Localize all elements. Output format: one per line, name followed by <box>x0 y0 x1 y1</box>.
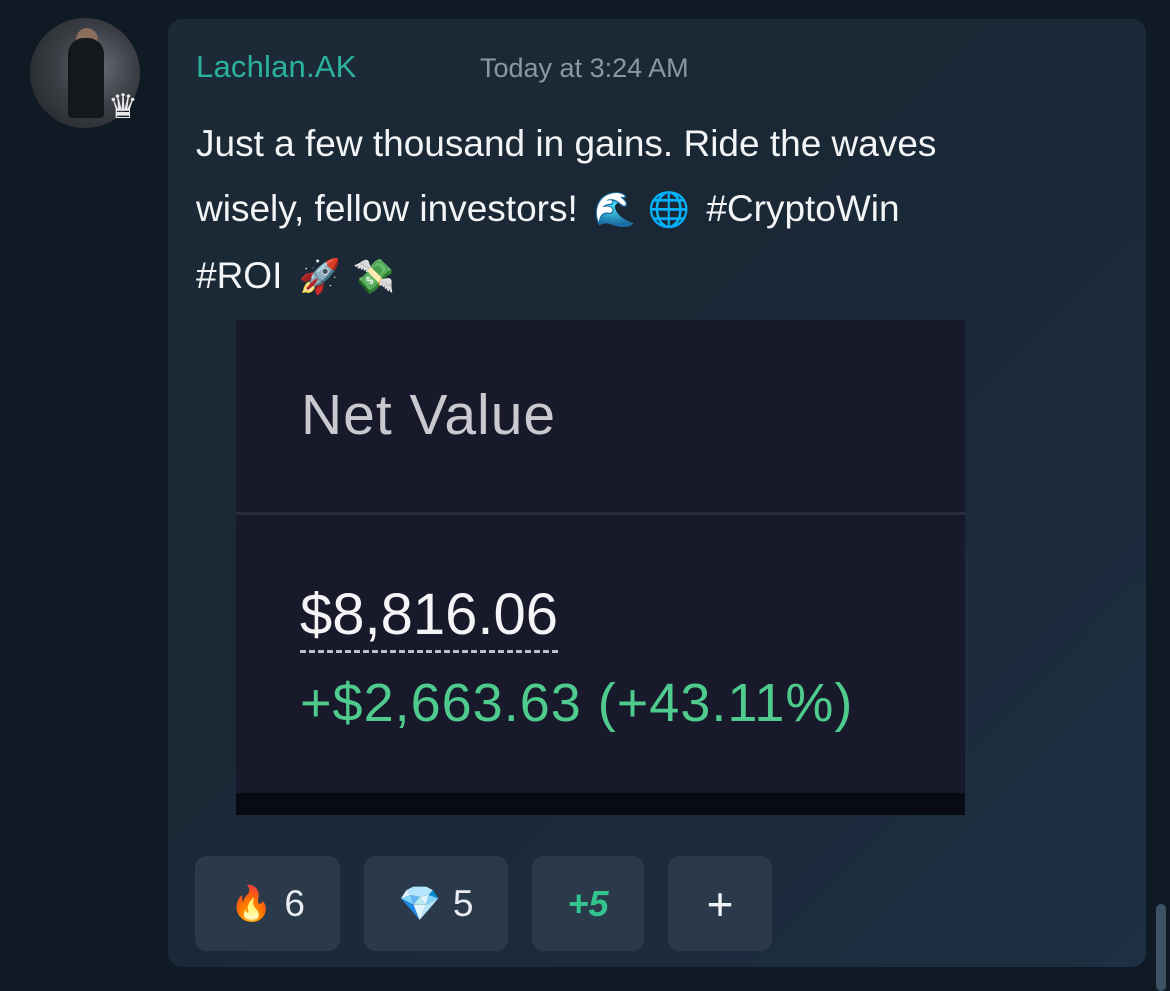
attached-image[interactable]: Net Value $8,816.06 +$2,663.63 (+43.11%) <box>236 320 965 815</box>
crown-icon: ♛ <box>107 87 139 127</box>
reaction-gem-button[interactable]: 💎 5 <box>364 856 508 951</box>
message-line-2: wisely, fellow investors! <box>196 188 578 229</box>
image-footer-bar <box>236 793 965 815</box>
reaction-gem-count: 5 <box>452 882 474 924</box>
fire-icon: 🔥 <box>230 883 273 924</box>
reactions-bar: 🔥 6 💎 5 +5 + <box>195 856 772 951</box>
hashtag-cryptowin[interactable]: #CryptoWin <box>706 188 899 229</box>
message-card: Lachlan.AK Today at 3:24 AM Just a few t… <box>168 19 1146 967</box>
timestamp: Today at 3:24 AM <box>480 53 689 83</box>
chat-view: ♛ Lachlan.AK Today at 3:24 AM Just a few… <box>0 0 1170 991</box>
message-line-1: Just a few thousand in gains. Ride the w… <box>196 123 937 164</box>
wave-icon: 🌊 <box>593 190 637 230</box>
gem-icon: 💎 <box>398 883 441 924</box>
more-reactions-button[interactable]: +5 <box>532 856 644 951</box>
username[interactable]: Lachlan.AK <box>196 49 357 85</box>
net-value-label: Net Value <box>301 383 557 447</box>
plus-icon: + <box>706 877 734 930</box>
hashtag-roi[interactable]: #ROI <box>196 255 282 296</box>
rocket-icon: 🚀 <box>298 257 341 297</box>
add-reaction-button[interactable]: + <box>668 856 772 951</box>
avatar-figure <box>68 38 104 118</box>
net-value-change: +$2,663.63 (+43.11%) <box>300 673 854 733</box>
divider <box>236 512 965 515</box>
message-text: Just a few thousand in gains. Ride the w… <box>196 111 1116 310</box>
scrollbar-thumb[interactable] <box>1156 904 1166 991</box>
money-with-wings-icon: 💸 <box>352 257 395 297</box>
net-value-amount: $8,816.06 <box>300 582 559 653</box>
reaction-fire-count: 6 <box>284 882 305 924</box>
globe-icon: 🌐 <box>647 190 691 230</box>
more-reactions-label: +5 <box>567 882 609 924</box>
reaction-fire-button[interactable]: 🔥 6 <box>195 856 340 951</box>
